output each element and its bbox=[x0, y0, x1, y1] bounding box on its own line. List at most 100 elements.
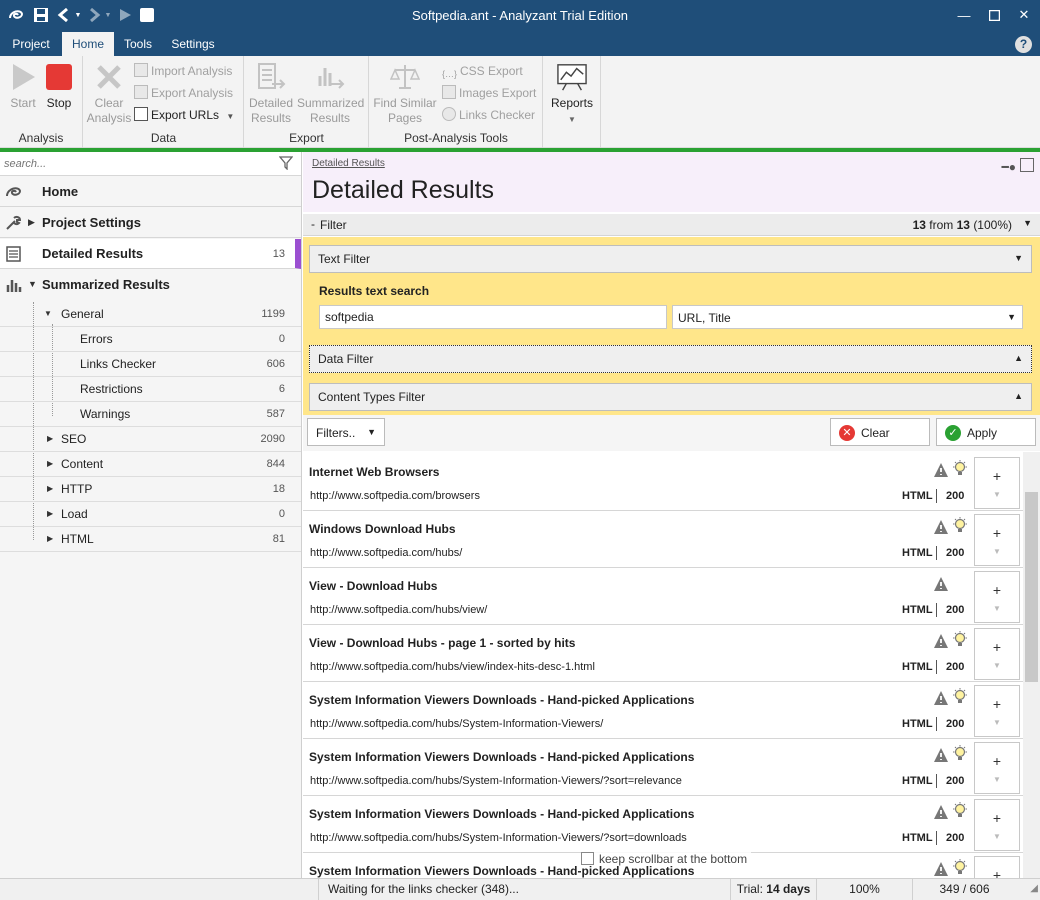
text-filter-header[interactable]: Text Filter ▼ bbox=[309, 245, 1032, 273]
tree-item-errors[interactable]: Errors 0 bbox=[0, 327, 301, 352]
chevron-down-icon[interactable]: ▼ bbox=[1023, 218, 1032, 228]
filters-dropdown[interactable]: Filters.. ▼ bbox=[307, 418, 385, 446]
funnel-icon[interactable] bbox=[279, 156, 293, 170]
resize-grip-icon[interactable]: ◢ bbox=[1030, 883, 1038, 894]
clear-analysis-button[interactable]: Clear Analysis bbox=[86, 62, 132, 126]
data-filter-header[interactable]: Data Filter ▲ bbox=[309, 345, 1032, 373]
links-checker-button[interactable]: Links Checker bbox=[442, 105, 535, 125]
bulb-icon[interactable] bbox=[952, 631, 968, 649]
chevron-down-icon[interactable]: ▼ bbox=[44, 309, 52, 318]
result-url[interactable]: http://www.softpedia.com/hubs/System-Inf… bbox=[310, 718, 603, 730]
tree-item-restrictions[interactable]: Restrictions 6 bbox=[0, 377, 301, 402]
search-input[interactable] bbox=[4, 154, 274, 174]
tab-settings[interactable]: Settings bbox=[162, 32, 224, 56]
scrollbar-thumb[interactable] bbox=[1025, 492, 1038, 682]
result-url[interactable]: http://www.softpedia.com/hubs/view/index… bbox=[310, 661, 595, 673]
result-row[interactable]: View - Download Hubs - page 1 - sorted b… bbox=[303, 625, 1023, 682]
warning-icon[interactable] bbox=[933, 861, 949, 877]
bulb-icon[interactable] bbox=[952, 688, 968, 706]
expand-row-button[interactable]: +▼ bbox=[974, 799, 1020, 851]
keep-scrollbar-checkbox[interactable] bbox=[581, 852, 594, 865]
expand-row-button[interactable]: +▼ bbox=[974, 742, 1020, 794]
tab-project[interactable]: Project bbox=[0, 32, 62, 56]
result-row[interactable]: System Information Viewers Downloads - H… bbox=[303, 739, 1023, 796]
sidebar-item-home[interactable]: Home bbox=[0, 177, 301, 207]
popout-icon[interactable] bbox=[1020, 158, 1034, 172]
chevron-right-icon[interactable]: ▶ bbox=[47, 434, 53, 443]
expand-row-button[interactable]: +▼ bbox=[974, 628, 1020, 680]
tree-item-seo[interactable]: ▶ SEO 2090 bbox=[0, 427, 301, 452]
result-url[interactable]: http://www.softpedia.com/hubs/ bbox=[310, 547, 462, 559]
export-analysis-button[interactable]: Export Analysis bbox=[134, 83, 233, 103]
keep-scrollbar-option[interactable]: keep scrollbar at the bottom bbox=[581, 852, 752, 866]
tree-item-load[interactable]: ▶ Load 0 bbox=[0, 502, 301, 527]
minimize-icon[interactable]: — bbox=[950, 4, 978, 26]
tree-item-content[interactable]: ▶ Content 844 bbox=[0, 452, 301, 477]
content-types-filter-header[interactable]: Content Types Filter ▲ bbox=[309, 383, 1032, 411]
css-export-button[interactable]: {…} CSS Export bbox=[442, 61, 523, 81]
warning-icon[interactable] bbox=[933, 519, 949, 535]
expand-row-button[interactable]: +▼ bbox=[974, 685, 1020, 737]
sidebar-item-project-settings[interactable]: ▶ Project Settings bbox=[0, 208, 301, 238]
chevron-right-icon[interactable]: ▶ bbox=[47, 534, 53, 543]
clear-button[interactable]: ✕ Clear bbox=[830, 418, 930, 446]
results-scrollbar[interactable] bbox=[1023, 452, 1040, 878]
detailed-results-button[interactable]: Detailed Results bbox=[249, 62, 293, 126]
bulb-icon[interactable] bbox=[952, 802, 968, 820]
result-row[interactable]: System Information Viewers Downloads - H… bbox=[303, 682, 1023, 739]
find-similar-pages-button[interactable]: Find Similar Pages bbox=[372, 62, 438, 126]
result-url[interactable]: http://www.softpedia.com/hubs/view/ bbox=[310, 604, 487, 616]
result-url[interactable]: http://www.softpedia.com/hubs/System-Inf… bbox=[310, 832, 687, 844]
chevron-right-icon[interactable]: ▶ bbox=[28, 217, 35, 228]
results-search-input[interactable] bbox=[319, 305, 667, 329]
apply-button[interactable]: ✓ Apply bbox=[936, 418, 1036, 446]
close-icon[interactable]: ✕ bbox=[1010, 4, 1038, 26]
bulb-icon[interactable] bbox=[952, 859, 968, 877]
bulb-icon[interactable] bbox=[952, 517, 968, 535]
warning-icon[interactable] bbox=[933, 462, 949, 478]
search-scope-select[interactable]: URL, Title ▼ bbox=[672, 305, 1023, 329]
tab-home[interactable]: Home bbox=[62, 32, 114, 56]
pin-icon[interactable]: ━● bbox=[1002, 160, 1016, 174]
tree-item-general[interactable]: ▼ General 1199 bbox=[0, 302, 301, 327]
images-export-button[interactable]: Images Export bbox=[442, 83, 536, 103]
tree-item-html[interactable]: ▶ HTML 81 bbox=[0, 527, 301, 552]
warning-icon[interactable] bbox=[933, 633, 949, 649]
sidebar-item-summarized-results[interactable]: ▼ Summarized Results bbox=[0, 270, 301, 300]
summarized-results-button[interactable]: Summarized Results bbox=[297, 62, 364, 126]
expand-row-button[interactable]: +▼ bbox=[974, 856, 1020, 878]
tab-tools[interactable]: Tools bbox=[114, 32, 162, 56]
result-row[interactable]: Windows Download Hubs http://www.softpedi… bbox=[303, 511, 1023, 568]
sidebar-item-detailed-results[interactable]: Detailed Results 13 bbox=[0, 239, 301, 269]
maximize-icon[interactable] bbox=[980, 4, 1008, 26]
tree-item-links-checker[interactable]: Links Checker 606 bbox=[0, 352, 301, 377]
expand-row-button[interactable]: +▼ bbox=[974, 514, 1020, 566]
result-url[interactable]: http://www.softpedia.com/hubs/System-Inf… bbox=[310, 775, 682, 787]
bulb-icon[interactable] bbox=[952, 460, 968, 478]
stop-button[interactable]: Stop bbox=[36, 62, 82, 111]
warning-icon[interactable] bbox=[933, 747, 949, 763]
filter-summary-bar[interactable]: - Filter 13 from 13 (100%) ▼ bbox=[303, 214, 1040, 236]
expand-row-button[interactable]: +▼ bbox=[974, 457, 1020, 509]
result-row[interactable]: System Information Viewers Downloads - H… bbox=[303, 796, 1023, 853]
warning-icon[interactable] bbox=[933, 576, 949, 592]
warning-icon[interactable] bbox=[933, 690, 949, 706]
chevron-right-icon[interactable]: ▶ bbox=[47, 484, 53, 493]
import-analysis-button[interactable]: Import Analysis bbox=[134, 61, 232, 81]
tree-item-warnings[interactable]: Warnings 587 bbox=[0, 402, 301, 427]
tree-item-http[interactable]: ▶ HTTP 18 bbox=[0, 477, 301, 502]
chevron-down-icon[interactable]: ▼ bbox=[28, 279, 37, 289]
result-row[interactable]: Internet Web Browsers http://www.softpedi… bbox=[303, 454, 1023, 511]
result-url[interactable]: http://www.softpedia.com/browsers bbox=[310, 490, 480, 502]
result-row[interactable]: View - Download Hubs http://www.softpedia… bbox=[303, 568, 1023, 625]
help-icon[interactable]: ? bbox=[1015, 36, 1032, 53]
chevron-right-icon[interactable]: ▶ bbox=[47, 459, 53, 468]
chevron-right-icon[interactable]: ▶ bbox=[47, 509, 53, 518]
breadcrumb[interactable]: Detailed Results bbox=[312, 158, 385, 169]
filter-collapse-toggle[interactable]: - bbox=[311, 217, 315, 231]
warning-icon[interactable] bbox=[933, 804, 949, 820]
expand-row-button[interactable]: +▼ bbox=[974, 571, 1020, 623]
bulb-icon[interactable] bbox=[952, 745, 968, 763]
export-urls-button[interactable]: Export URLs ▼ bbox=[134, 105, 234, 125]
reports-button[interactable]: Reports ▼ bbox=[546, 62, 598, 127]
